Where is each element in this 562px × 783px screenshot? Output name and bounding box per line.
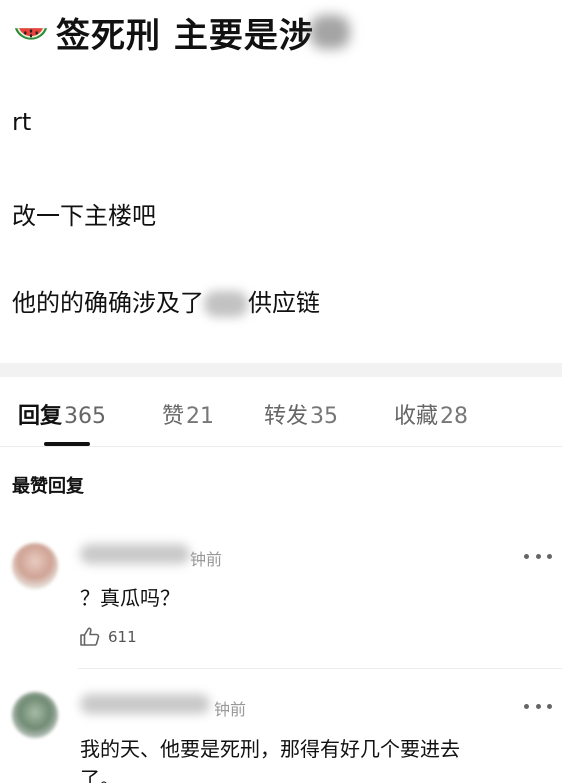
post-body-line: rt — [12, 108, 32, 136]
redacted-username[interactable] — [80, 544, 190, 564]
post-body-fragment: 供应链 — [248, 289, 320, 317]
tabs-divider — [0, 446, 562, 447]
more-dots-icon[interactable] — [524, 546, 552, 566]
post-body-fragment: 他的的确确涉及了 — [12, 289, 204, 317]
redacted-username[interactable] — [80, 694, 210, 714]
post-body-line: 他的的确确涉及了 供应链 — [12, 283, 320, 318]
tab-count: 28 — [440, 404, 469, 429]
comment-time: 钟前 — [214, 700, 247, 719]
redacted-title-fragment — [309, 15, 350, 49]
more-dots-icon[interactable] — [524, 696, 552, 716]
thumbs-up-icon — [80, 627, 100, 646]
tab-favorites[interactable]: 收藏28 — [394, 398, 468, 430]
post-body-line: 改一下主楼吧 — [12, 202, 156, 230]
tab-likes[interactable]: 赞21 — [162, 398, 214, 430]
tab-replies[interactable]: 回复365 — [18, 398, 106, 430]
comment-text: 了。 — [80, 767, 120, 783]
comment-divider — [78, 668, 562, 669]
redacted-word — [204, 291, 248, 317]
tab-bar: 回复365 赞21 转发35 收藏28 — [0, 390, 562, 446]
comment-time: 钟前 — [190, 550, 223, 569]
section-heading: 最赞回复 — [12, 476, 84, 497]
comment-text: 我的天、他要是死刑，那得有好几个要进去 — [80, 737, 460, 761]
post-title-text: 签死刑 主要是涉 — [56, 15, 314, 56]
avatar[interactable] — [12, 543, 58, 589]
watermelon-emoji-icon — [14, 28, 48, 40]
tab-label: 回复 — [18, 404, 63, 429]
tab-label: 赞 — [162, 404, 185, 429]
post-title: 签死刑 主要是涉 — [12, 8, 350, 56]
tab-count: 365 — [64, 404, 107, 429]
like-button[interactable]: 611 — [78, 624, 137, 650]
comment-text: ？真瓜吗？ — [80, 586, 180, 610]
tab-label: 转发 — [264, 404, 309, 429]
section-separator — [0, 363, 562, 377]
tab-count: 35 — [310, 404, 339, 429]
avatar[interactable] — [12, 692, 58, 738]
tab-reposts[interactable]: 转发35 — [264, 398, 338, 430]
like-count: 611 — [108, 628, 137, 646]
tab-label: 收藏 — [394, 404, 439, 429]
tab-count: 21 — [186, 404, 215, 429]
